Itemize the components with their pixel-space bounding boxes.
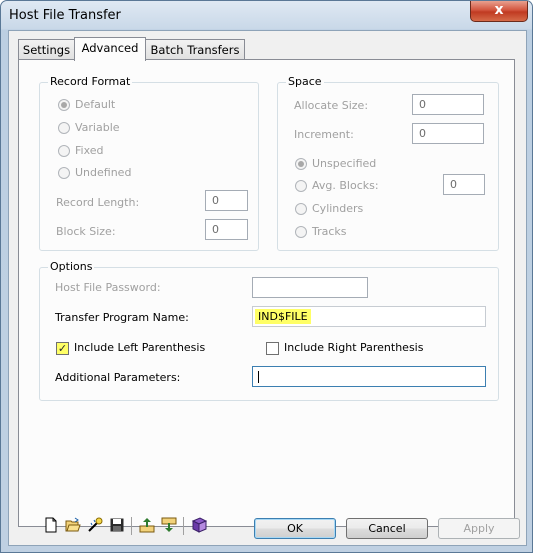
radio-undefined-label: Undefined <box>75 166 132 179</box>
save-icon[interactable] <box>109 517 125 533</box>
download-icon[interactable] <box>161 517 177 533</box>
options-group: Options Host File Password: Transfer Pro… <box>39 260 499 401</box>
toolbar-separator <box>183 517 184 535</box>
options-legend: Options <box>48 260 95 273</box>
include-right-label: Include Right Parenthesis <box>284 341 424 354</box>
transfer-program-field[interactable]: IND$FILE <box>252 306 486 327</box>
transfer-program-label: Transfer Program Name: <box>55 311 189 324</box>
new-file-icon[interactable] <box>43 517 59 533</box>
radio-variable[interactable] <box>58 122 70 134</box>
space-legend: Space <box>286 75 324 88</box>
advanced-tab-panel: Record Format Default Variable Fixed Und… <box>18 59 515 527</box>
apply-button[interactable]: Apply <box>438 518 520 539</box>
tab-advanced[interactable]: Advanced <box>74 37 146 61</box>
dialog-window: Host File Transfer x Settings Advanced B… <box>0 0 533 553</box>
transfer-program-value: IND$FILE <box>255 309 311 324</box>
radio-unspecified-label: Unspecified <box>312 157 377 170</box>
host-password-field[interactable] <box>252 277 368 298</box>
text-cursor <box>258 371 259 383</box>
toolbar-separator <box>131 517 132 535</box>
book-icon[interactable] <box>191 517 208 533</box>
allocate-size-label: Allocate Size: <box>294 99 369 112</box>
radio-fixed-label: Fixed <box>75 144 104 157</box>
window-title: Host File Transfer <box>9 8 121 23</box>
radio-cylinders[interactable] <box>295 203 307 215</box>
include-left-label: Include Left Parenthesis <box>74 341 206 354</box>
radio-unspecified[interactable] <box>295 158 307 170</box>
upload-icon[interactable] <box>139 517 155 533</box>
ok-button[interactable]: OK <box>254 518 336 539</box>
include-left-checkbox[interactable]: ✓ <box>56 342 69 355</box>
record-length-field[interactable]: 0 <box>205 190 248 211</box>
dialog-client-area: Settings Advanced Batch Transfers Record… <box>8 30 527 546</box>
radio-variable-label: Variable <box>75 121 120 134</box>
block-size-field[interactable]: 0 <box>205 219 248 240</box>
cancel-button[interactable]: Cancel <box>346 518 428 539</box>
close-button[interactable]: x <box>470 1 528 22</box>
tab-batch-transfers[interactable]: Batch Transfers <box>145 39 245 60</box>
radio-avg-blocks-label: Avg. Blocks: <box>312 179 379 192</box>
radio-default-label: Default <box>75 98 116 111</box>
radio-cylinders-label: Cylinders <box>312 202 364 215</box>
increment-field[interactable]: 0 <box>412 123 484 144</box>
record-length-label: Record Length: <box>56 196 140 209</box>
space-group: Space Allocate Size: 0 Increment: 0 Unsp… <box>277 75 499 251</box>
record-format-group: Record Format Default Variable Fixed Und… <box>39 75 259 251</box>
radio-undefined[interactable] <box>58 167 70 179</box>
avg-blocks-field[interactable]: 0 <box>443 174 485 195</box>
radio-default[interactable] <box>58 99 70 111</box>
radio-tracks[interactable] <box>295 226 307 238</box>
tab-settings[interactable]: Settings <box>18 39 75 60</box>
bottom-toolbar <box>43 517 253 535</box>
allocate-size-field[interactable]: 0 <box>412 94 484 115</box>
radio-avg-blocks[interactable] <box>295 180 307 192</box>
additional-params-field[interactable] <box>252 366 486 387</box>
host-password-label: Host File Password: <box>55 281 161 294</box>
close-icon: x <box>494 2 504 18</box>
increment-label: Increment: <box>294 128 354 141</box>
include-right-checkbox[interactable] <box>266 342 279 355</box>
wizard-icon[interactable] <box>87 517 103 533</box>
record-format-legend: Record Format <box>48 75 133 88</box>
radio-tracks-label: Tracks <box>312 225 347 238</box>
open-folder-icon[interactable] <box>65 517 81 533</box>
block-size-label: Block Size: <box>56 225 116 238</box>
additional-params-label: Additional Parameters: <box>55 371 181 384</box>
radio-fixed[interactable] <box>58 145 70 157</box>
title-bar[interactable]: Host File Transfer x <box>1 1 532 31</box>
